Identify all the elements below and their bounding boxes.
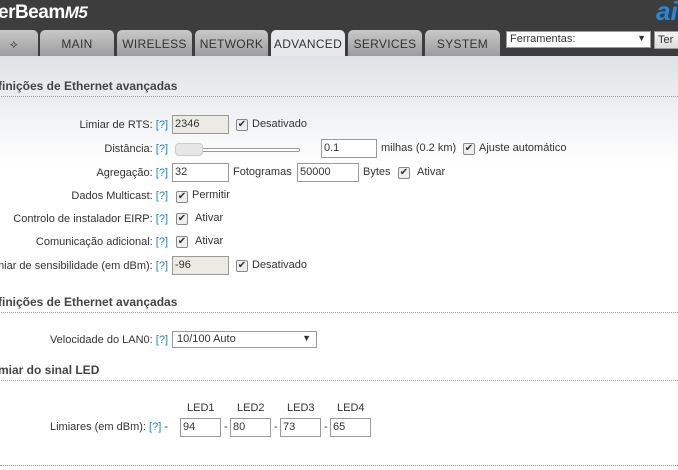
help-link[interactable]: [?] <box>156 213 168 225</box>
eirp-label: Controlo de instalador EIRP: [?] <box>13 213 168 225</box>
led4-header: LED4 <box>337 402 365 414</box>
tab-services[interactable]: SERVICES <box>348 30 422 56</box>
section-title: finições de Ethernet avançadas <box>0 295 678 313</box>
distance-label: Distância: [?] <box>104 143 168 155</box>
help-link[interactable]: [?] <box>156 119 168 131</box>
tab-advanced[interactable]: ADVANCED <box>271 30 345 57</box>
tools-select[interactable]: Ferramentas: ▼ <box>506 31 651 48</box>
tab-network[interactable]: NETWORK <box>195 30 268 56</box>
help-link[interactable]: [?] <box>156 236 168 248</box>
auto-adjust-label: Ajuste automático <box>479 142 567 154</box>
sensitivity-label: miar de sensibilidade (em dBm): [?] <box>0 260 168 272</box>
divider <box>0 465 678 466</box>
led1-input[interactable]: 94 <box>180 418 221 437</box>
rts-disabled-checkbox[interactable]: ✔ <box>236 119 248 131</box>
dash: - <box>224 421 228 433</box>
aggregation-frames-input[interactable]: 32 <box>172 163 229 182</box>
dropdown-arrow-icon: ▼ <box>302 333 311 343</box>
rts-label: Limiar de RTS: [?] <box>79 119 168 131</box>
sensitivity-input[interactable]: -96 <box>172 256 229 275</box>
content: finições de Ethernet avançadas Limiar de… <box>0 56 678 470</box>
led-thresholds-label: Limiares (em dBm): [?] - <box>50 421 168 433</box>
product-logo: erBeamM5 <box>0 2 88 23</box>
section-title: finições de Ethernet avançadas <box>0 79 678 97</box>
aggregation-bytes-input[interactable]: 50000 <box>297 163 359 182</box>
led1-header: LED1 <box>187 402 215 414</box>
brand-logo: ai <box>656 0 678 26</box>
lan-speed-select[interactable]: 10/100 Auto ▼ <box>172 331 317 348</box>
sensitivity-disabled-checkbox[interactable]: ✔ <box>236 260 248 272</box>
lan-speed-label: Velocidade do LAN0: [?] <box>49 334 168 346</box>
section-title: miar do sinal LED <box>0 363 678 381</box>
led3-header: LED3 <box>287 402 315 414</box>
led4-input[interactable]: 65 <box>330 418 371 437</box>
aggregation-enable-label: Ativar <box>417 166 446 178</box>
dash: - <box>274 421 278 433</box>
distance-slider-handle[interactable] <box>175 143 203 156</box>
bytes-unit: Bytes <box>363 166 391 178</box>
help-link[interactable]: [?] <box>156 143 168 155</box>
extra-comm-checkbox[interactable]: ✔ <box>176 236 188 248</box>
help-link[interactable]: [?] <box>156 334 168 346</box>
tab-home-logo[interactable]: ⟡ <box>0 30 38 56</box>
distance-unit: milhas (0.2 km) <box>381 142 457 154</box>
distance-input[interactable]: 0.1 <box>321 139 377 158</box>
eirp-checkbox[interactable]: ✔ <box>176 213 188 225</box>
aggregation-enable-checkbox[interactable]: ✔ <box>398 167 410 179</box>
rts-disabled-label: Desativado <box>252 118 308 130</box>
dropdown-arrow-icon: ▼ <box>637 33 646 43</box>
ubnt-logo-icon: ⟡ <box>9 37 19 51</box>
extra-comm-label: Comunicação adicional: [?] <box>35 236 168 248</box>
frames-unit: Fotogramas <box>233 166 292 178</box>
led2-header: LED2 <box>237 402 265 414</box>
help-link[interactable]: [?] <box>149 421 161 433</box>
help-link[interactable]: [?] <box>156 260 168 272</box>
extra-comm-enable-label: Ativar <box>195 235 224 247</box>
eirp-enable-label: Ativar <box>195 212 224 224</box>
multicast-label: Dados Multicast: [?] <box>71 190 168 202</box>
tab-wireless[interactable]: WIRELESS <box>117 30 192 56</box>
auto-adjust-checkbox[interactable]: ✔ <box>463 143 475 155</box>
multicast-allow-label: Permitir <box>192 189 230 201</box>
multicast-checkbox[interactable]: ✔ <box>176 191 188 203</box>
sensitivity-disabled-label: Desativado <box>252 259 308 271</box>
help-link[interactable]: [?] <box>156 167 168 179</box>
help-link[interactable]: [?] <box>156 190 168 202</box>
aggregation-label: Agregação: [?] <box>96 167 168 179</box>
dash: - <box>324 421 328 433</box>
tab-main[interactable]: MAIN <box>40 30 114 56</box>
led3-input[interactable]: 73 <box>280 418 321 437</box>
tab-system[interactable]: SYSTEM <box>425 30 500 56</box>
rts-input[interactable]: 2346 <box>172 115 229 134</box>
terminal-button[interactable]: Ter <box>654 31 678 49</box>
led2-input[interactable]: 80 <box>230 418 271 437</box>
header: erBeamM5 ai ⟡ MAIN WIRELESS NETWORK ADVA… <box>0 0 678 57</box>
